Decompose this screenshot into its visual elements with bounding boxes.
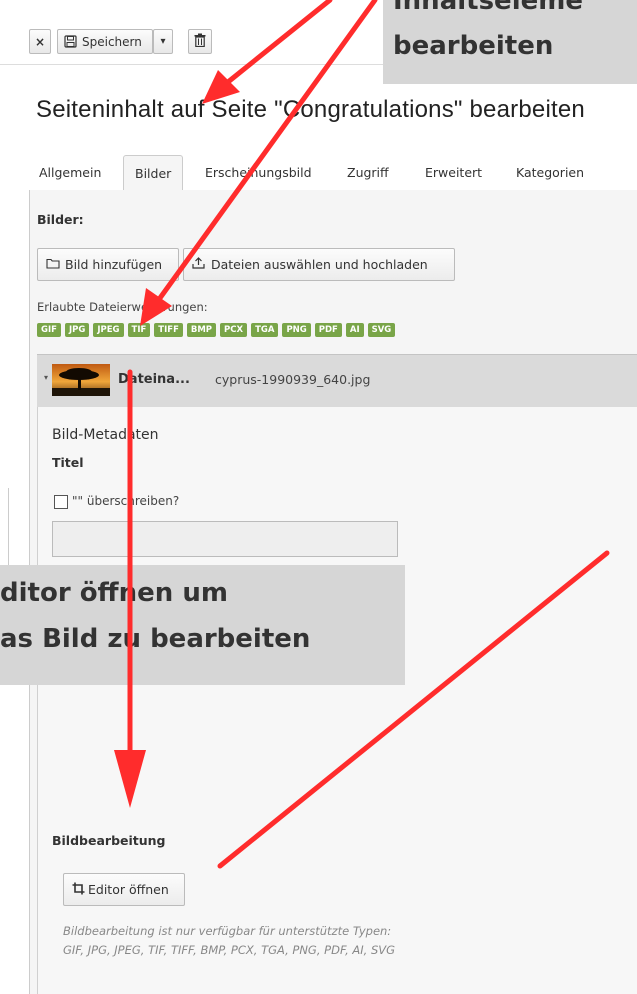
save-icon <box>64 35 77 48</box>
upload-label: Dateien auswählen und hochladen <box>211 257 428 272</box>
callout-middle: ditor öffnen um as Bild zu bearbeiten <box>0 565 405 685</box>
upload-files-button[interactable]: Dateien auswählen und hochladen <box>183 248 455 281</box>
extension-badge: BMP <box>186 323 217 337</box>
tab-bilder[interactable]: Bilder <box>123 155 184 191</box>
tab-zugriff[interactable]: Zugriff <box>347 155 389 190</box>
allowed-extensions-label: Erlaubte Dateierweiterungen: <box>37 300 208 314</box>
file-item-label: Dateina... <box>118 372 190 387</box>
close-icon: × <box>34 34 46 49</box>
trash-icon <box>194 33 206 50</box>
tab-bar: Allgemein Bilder Erscheinungsbild Zugrif… <box>29 155 637 191</box>
callout-top-line2: bearbeiten <box>393 31 554 61</box>
extension-badges: GIF JPG JPEG TIF TIFF BMP PCX TGA PNG PDF AI SVG <box>37 317 399 337</box>
save-button[interactable]: Speichern <box>57 29 153 54</box>
arrow-to-title <box>225 0 333 85</box>
image-editing-hint-line1: Bildbearbeitung ist nur verfügbar für un… <box>63 924 392 938</box>
left-sidebar-edge <box>0 488 9 566</box>
extension-badge: GIF <box>37 323 61 337</box>
delete-button[interactable] <box>188 29 212 54</box>
callout-top: Inhaltseleme bearbeiten <box>383 0 637 84</box>
tab-erweitert[interactable]: Erweitert <box>425 155 482 190</box>
extension-badge: PNG <box>282 323 311 337</box>
title-input[interactable] <box>52 521 398 557</box>
chevron-down-icon: ▾ <box>160 36 166 47</box>
save-dropdown-button[interactable]: ▾ <box>153 29 173 54</box>
add-image-button[interactable]: Bild hinzufügen <box>37 248 179 281</box>
close-button[interactable]: × <box>29 29 51 54</box>
tab-erscheinungsbild[interactable]: Erscheinungsbild <box>205 155 312 190</box>
image-editing-hint-line2: GIF, JPG, JPEG, TIF, TIFF, BMP, PCX, TGA… <box>63 943 396 957</box>
extension-badge: TIF <box>127 323 151 337</box>
callout-middle-line1: ditor öffnen um <box>0 578 228 608</box>
add-image-label: Bild hinzufügen <box>65 257 163 272</box>
tab-allgemein[interactable]: Allgemein <box>39 155 101 190</box>
title-label: Titel <box>52 455 84 470</box>
extension-badge: PDF <box>314 323 342 337</box>
extension-badge: PCX <box>220 323 248 337</box>
tab-kategorien[interactable]: Kategorien <box>516 155 584 190</box>
callout-top-line1: Inhaltseleme <box>393 0 583 16</box>
upload-icon <box>192 257 205 272</box>
image-thumbnail <box>52 364 110 396</box>
override-title-label: "" überschreiben? <box>72 494 180 508</box>
folder-icon <box>46 257 60 272</box>
extension-badge: AI <box>345 323 364 337</box>
save-label: Speichern <box>82 34 142 49</box>
file-item-filename: cyprus-1990939_640.jpg <box>215 372 371 387</box>
extension-badge: SVG <box>367 323 396 337</box>
metadata-heading: Bild-Metadaten <box>52 427 159 443</box>
extension-badge: TIFF <box>154 323 183 337</box>
extension-badge: TGA <box>251 323 279 337</box>
extension-badge: JPG <box>64 323 90 337</box>
crop-icon <box>72 882 85 898</box>
images-heading: Bilder: <box>37 212 84 227</box>
page-title: Seiteninhalt auf Seite "Congratulations"… <box>36 96 585 123</box>
collapse-caret-icon[interactable]: ▾ <box>44 373 48 382</box>
image-editing-heading: Bildbearbeitung <box>52 833 166 848</box>
open-editor-label: Editor öffnen <box>88 882 169 897</box>
callout-middle-line2: as Bild zu bearbeiten <box>0 624 311 654</box>
override-title-checkbox[interactable] <box>54 495 68 509</box>
open-editor-button[interactable]: Editor öffnen <box>63 873 185 906</box>
extension-badge: JPEG <box>93 323 124 337</box>
